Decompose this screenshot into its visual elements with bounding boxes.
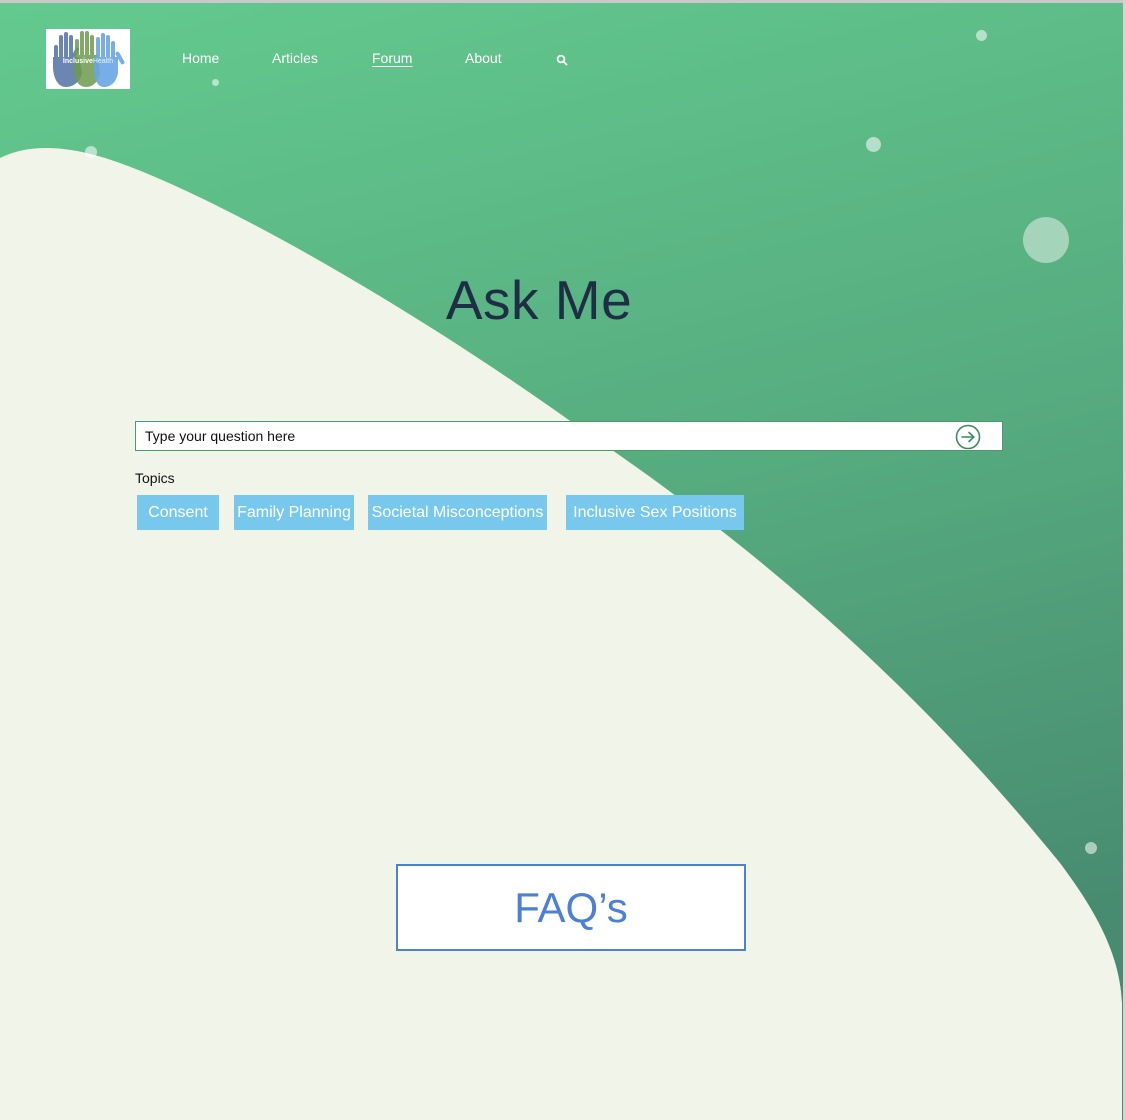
question-input[interactable] [145,422,925,449]
topic-inclusive-sex-positions[interactable]: Inclusive Sex Positions [566,495,744,530]
decorative-dot [1085,842,1097,854]
topics-label: Topics [135,470,175,486]
logo-text-sub: Health [92,58,114,65]
decorative-dot [212,79,219,86]
decorative-dot [1023,217,1069,263]
arrow-right-circle-icon[interactable] [955,424,981,450]
topic-societal-misconceptions[interactable]: Societal Misconceptions [368,495,547,530]
background-shapes [0,3,1126,1120]
decorative-dot [866,137,881,152]
logo-text-main: Inclusive [62,58,93,65]
search-icon[interactable] [556,53,568,66]
nav-link-forum[interactable]: Forum [372,50,412,66]
topic-family-planning[interactable]: Family Planning [234,495,354,530]
nav-link-home[interactable]: Home [182,50,219,66]
decorative-dot [85,146,97,158]
page: InclusiveHealth Home Articles Forum Abou… [0,0,1126,1120]
faq-button[interactable]: FAQ’s [396,864,746,951]
window-top-border [0,0,1126,3]
site-logo[interactable]: InclusiveHealth [46,29,130,89]
decorative-dot [976,30,987,41]
nav-link-articles[interactable]: Articles [272,50,318,66]
nav-link-about[interactable]: About [465,50,502,66]
topic-consent[interactable]: Consent [137,495,219,530]
question-search-bar [135,421,1003,451]
logo-wordmark: InclusiveHealth [46,58,130,65]
page-title: Ask Me [445,269,633,331]
